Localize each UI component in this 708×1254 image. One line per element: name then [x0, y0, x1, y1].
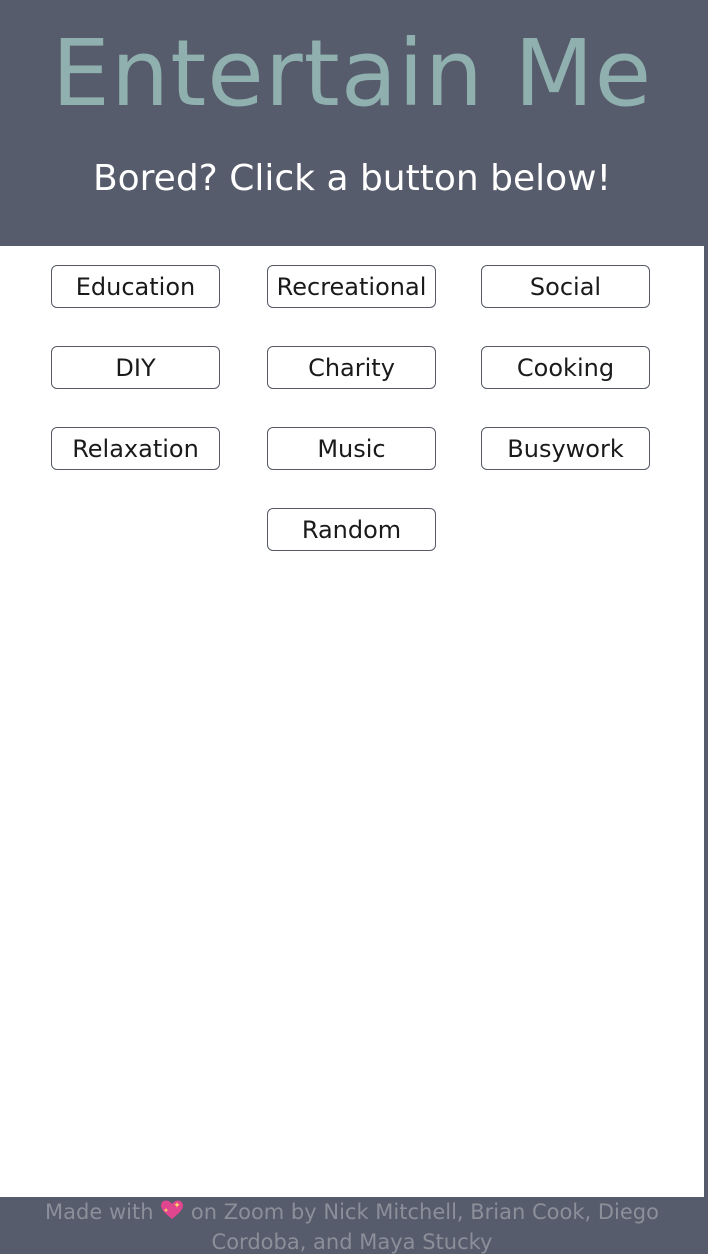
- footer: Made with on Zoom by Nick Mitchell, Bria…: [0, 1197, 704, 1254]
- busywork-button[interactable]: Busywork: [481, 427, 650, 470]
- relaxation-button[interactable]: Relaxation: [51, 427, 220, 470]
- page-subtitle: Bored? Click a button below!: [92, 158, 612, 199]
- footer-suffix: on Zoom by Nick Mitchell, Brian Cook, Di…: [190, 1200, 659, 1254]
- right-edge-strip: [704, 0, 708, 1254]
- random-button[interactable]: Random: [267, 508, 436, 551]
- cooking-button[interactable]: Cooking: [481, 346, 650, 389]
- recreational-button[interactable]: Recreational: [267, 265, 436, 308]
- sparkling-heart-icon: [160, 1199, 184, 1228]
- page: Entertain Me Bored? Click a button below…: [0, 0, 708, 1254]
- page-title: Entertain Me: [51, 20, 653, 127]
- music-button[interactable]: Music: [267, 427, 436, 470]
- charity-button[interactable]: Charity: [267, 346, 436, 389]
- diy-button[interactable]: DIY: [51, 346, 220, 389]
- footer-prefix: Made with: [45, 1200, 154, 1224]
- education-button[interactable]: Education: [51, 265, 220, 308]
- social-button[interactable]: Social: [481, 265, 650, 308]
- footer-credits: Made with on Zoom by Nick Mitchell, Bria…: [22, 1198, 682, 1254]
- header-banner: Entertain Me Bored? Click a button below…: [0, 0, 704, 246]
